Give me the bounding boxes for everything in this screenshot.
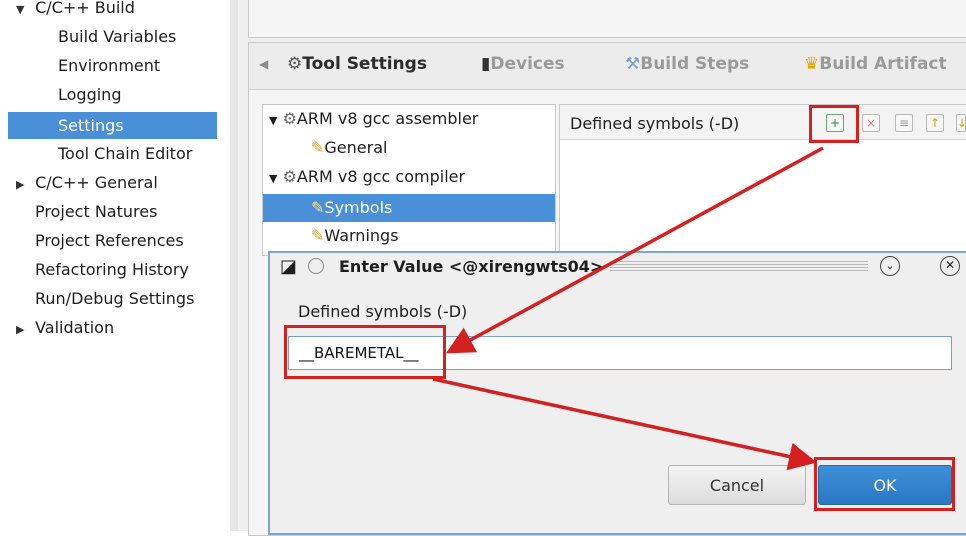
annotation-arrows	[432, 146, 824, 471]
arrow-add-to-input	[445, 146, 824, 354]
arrow-input-to-ok	[432, 377, 817, 471]
